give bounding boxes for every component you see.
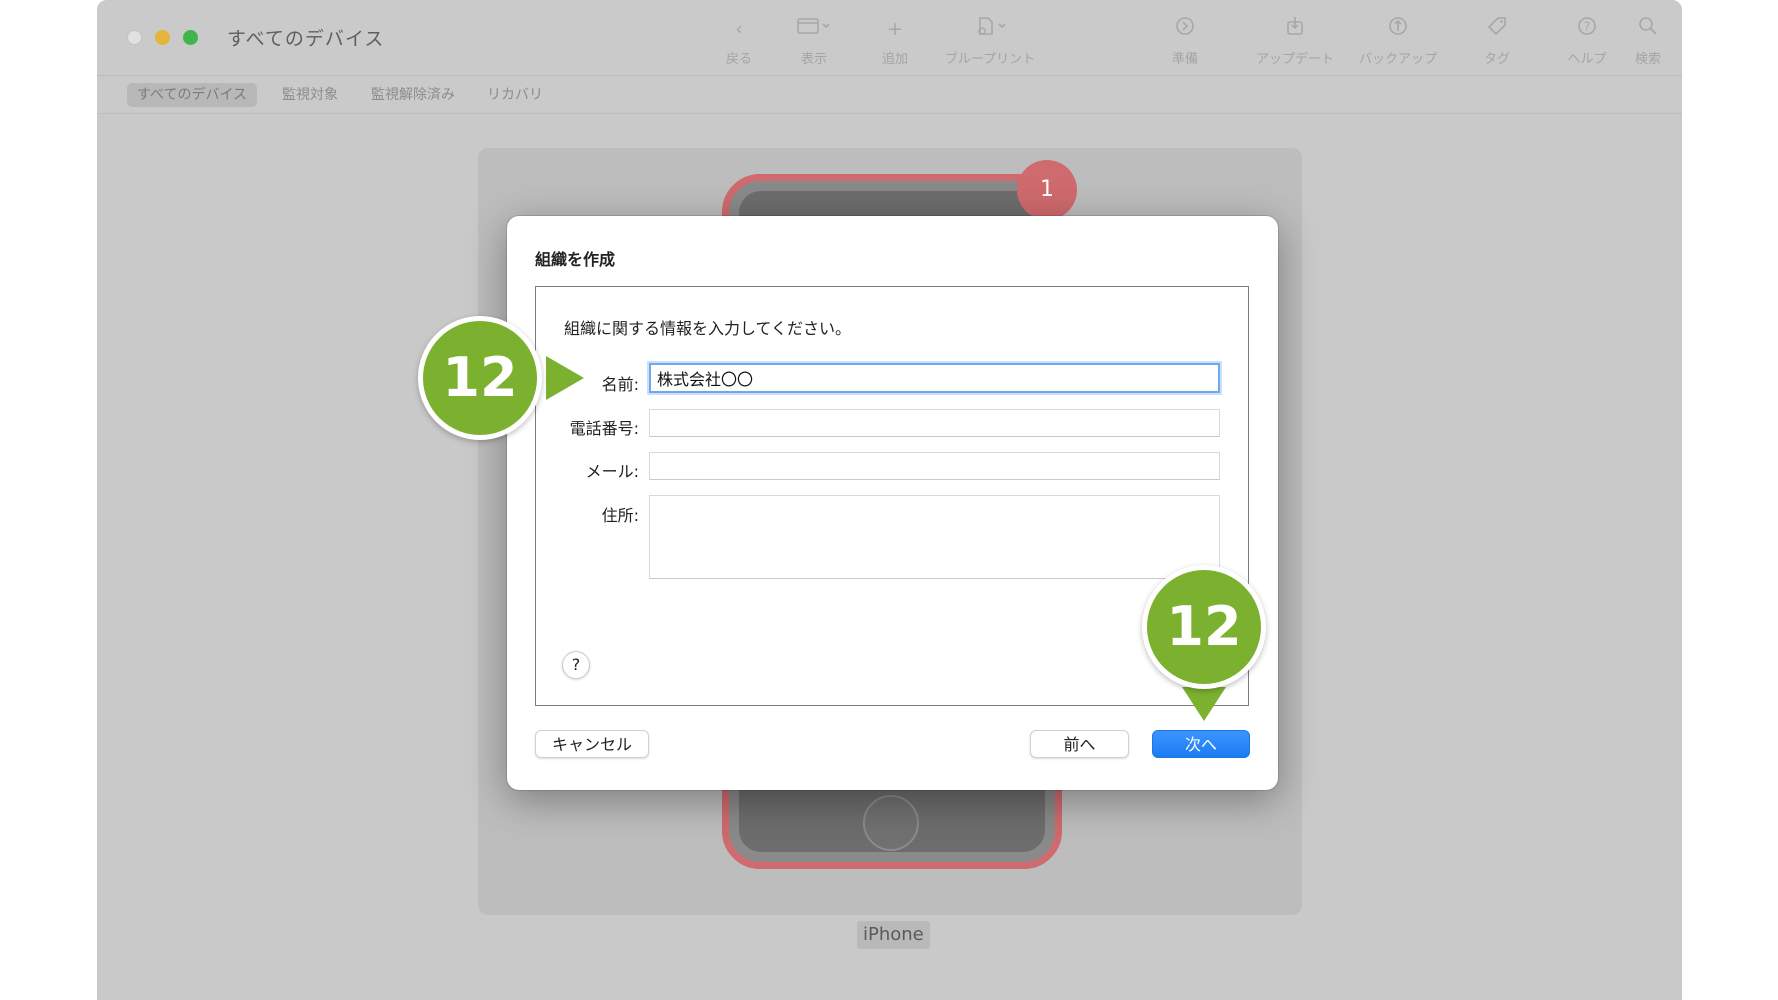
add-icon: + bbox=[887, 18, 903, 40]
create-organization-dialog: 組織を作成 組織に関する情報を入力してください。 名前: 電話番号: メール: … bbox=[507, 216, 1278, 790]
email-field[interactable] bbox=[649, 452, 1220, 480]
toolbar-search-label: 検索 bbox=[1634, 52, 1661, 67]
toolbar-blueprint-label: ブループリント bbox=[944, 52, 1036, 67]
zoom-window-button[interactable] bbox=[183, 30, 198, 45]
toolbar-prepare-label: 準備 bbox=[1171, 52, 1198, 67]
back-chevron-icon: ‹ bbox=[735, 18, 743, 40]
blueprint-icon-svg bbox=[978, 17, 1006, 35]
toolbar-view-label: 表示 bbox=[800, 52, 827, 67]
toolbar-tag-button[interactable]: タグ bbox=[1467, 16, 1527, 67]
back-button[interactable]: 前へ bbox=[1030, 730, 1129, 758]
search-icon bbox=[1625, 16, 1671, 42]
step-callout-right: 12 bbox=[1142, 565, 1266, 689]
toolbar-add-button[interactable]: + 追加 bbox=[865, 16, 925, 67]
dialog-title: 組織を作成 bbox=[535, 250, 616, 269]
address-label: 住所: bbox=[601, 506, 639, 525]
backup-icon bbox=[1353, 16, 1443, 42]
callout-left-pointer bbox=[546, 356, 584, 400]
toolbar-help-label: ヘルプ bbox=[1567, 52, 1607, 67]
update-icon bbox=[1250, 16, 1340, 42]
segment-unsupervised[interactable]: 監視解除済み bbox=[361, 83, 465, 107]
window-title: すべてのデバイス bbox=[227, 28, 385, 50]
segment-supervised[interactable]: 監視対象 bbox=[272, 83, 348, 107]
blueprint-icon bbox=[935, 16, 1045, 42]
update-icon-svg bbox=[1287, 17, 1303, 35]
backup-icon-svg bbox=[1389, 17, 1407, 35]
next-button[interactable]: 次へ bbox=[1152, 730, 1250, 758]
close-window-button[interactable] bbox=[127, 30, 142, 45]
toolbar-back-button[interactable]: ‹ 戻る bbox=[709, 16, 769, 67]
toolbar-tag-label: タグ bbox=[1483, 52, 1510, 67]
segment-recovery[interactable]: リカバリ bbox=[477, 83, 553, 107]
toolbar-prepare-button[interactable]: 準備 bbox=[1155, 16, 1215, 67]
toolbar-update-label: アップデート bbox=[1255, 52, 1334, 67]
page: すべてのデバイス ‹ 戻る 表示 + 追加 ブループリント 準備 アップデート … bbox=[0, 0, 1778, 1000]
view-icon bbox=[779, 16, 849, 42]
phone-label: 電話番号: bbox=[569, 419, 639, 438]
email-label: メール: bbox=[585, 462, 639, 481]
step-callout-left: 12 bbox=[418, 316, 542, 440]
dialog-form-box: 組織に関する情報を入力してください。 名前: 電話番号: メール: 住所: ? bbox=[535, 286, 1249, 706]
svg-text:?: ? bbox=[1584, 20, 1590, 34]
toolbar-search-button[interactable]: 検索 bbox=[1625, 16, 1671, 67]
toolbar-blueprint-button[interactable]: ブループリント bbox=[935, 16, 1045, 67]
help-button[interactable]: ? bbox=[562, 651, 590, 679]
phone-field[interactable] bbox=[649, 409, 1220, 437]
toolbar-update-button[interactable]: アップデート bbox=[1250, 16, 1340, 67]
title-bar: すべてのデバイス ‹ 戻る 表示 + 追加 ブループリント 準備 アップデート … bbox=[97, 0, 1682, 76]
toolbar-backup-label: バックアップ bbox=[1358, 52, 1437, 67]
name-field[interactable] bbox=[649, 363, 1220, 393]
prepare-icon bbox=[1155, 16, 1215, 42]
dialog-instruction: 組織に関する情報を入力してください。 bbox=[564, 319, 852, 338]
tag-icon bbox=[1467, 16, 1527, 42]
device-count-badge: 1 bbox=[1017, 160, 1077, 220]
help-icon-svg: ? bbox=[1578, 17, 1596, 35]
search-icon-svg bbox=[1639, 17, 1657, 35]
toolbar-add-label: 追加 bbox=[881, 52, 908, 67]
toolbar-backup-button[interactable]: バックアップ bbox=[1353, 16, 1443, 67]
cancel-button[interactable]: キャンセル bbox=[535, 730, 649, 758]
iphone-home-button bbox=[863, 795, 919, 851]
address-field[interactable] bbox=[649, 495, 1220, 579]
segment-bar: すべてのデバイス 監視対象 監視解除済み リカバリ bbox=[97, 76, 1682, 114]
view-icon-svg bbox=[797, 18, 830, 34]
toolbar-view-button[interactable]: 表示 bbox=[779, 16, 849, 67]
callout-right-pointer bbox=[1182, 687, 1226, 721]
device-label: iPhone bbox=[857, 921, 930, 949]
prepare-icon-svg bbox=[1176, 17, 1194, 35]
help-icon: ? bbox=[1557, 16, 1617, 42]
toolbar-help-button[interactable]: ? ヘルプ bbox=[1557, 16, 1617, 67]
minimize-window-button[interactable] bbox=[155, 30, 170, 45]
tag-icon-svg bbox=[1487, 17, 1506, 36]
segment-all-devices[interactable]: すべてのデバイス bbox=[127, 83, 258, 107]
toolbar-back-label: 戻る bbox=[725, 52, 752, 67]
